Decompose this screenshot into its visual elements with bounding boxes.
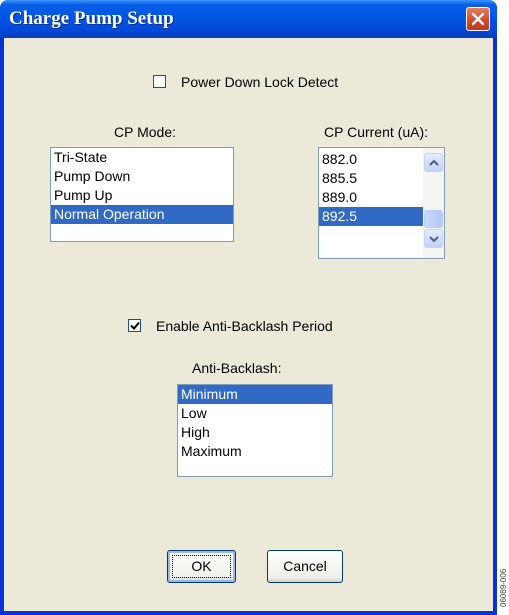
figure-code-text: 06089-006	[499, 568, 508, 607]
cp-current-listbox[interactable]: 882.0 885.5 889.0 892.5	[318, 147, 445, 259]
list-item-selected[interactable]: Minimum	[178, 385, 332, 404]
list-item[interactable]: 882.0	[319, 150, 423, 169]
list-item[interactable]: Pump Down	[51, 167, 233, 186]
list-item-selected[interactable]: 892.5	[319, 207, 423, 226]
chevron-up-icon	[429, 159, 439, 166]
list-item[interactable]: Low	[178, 404, 332, 423]
dialog-window: Charge Pump Setup Power Down Lock Detect…	[0, 0, 497, 615]
window-title: Charge Pump Setup	[9, 8, 174, 29]
cp-current-scrollbar[interactable]	[423, 148, 444, 258]
ok-button[interactable]: OK	[167, 550, 236, 583]
cp-current-label: CP Current (uA):	[324, 124, 428, 140]
scroll-thumb[interactable]	[424, 210, 443, 228]
close-icon	[471, 12, 485, 26]
checkmark-icon	[130, 321, 140, 330]
cancel-button[interactable]: Cancel	[267, 550, 343, 583]
anti-backlash-listbox[interactable]: Minimum Low High Maximum	[177, 384, 333, 477]
anti-backlash-label: Anti-Backlash:	[192, 360, 282, 376]
cp-mode-listbox[interactable]: Tri-State Pump Down Pump Up Normal Opera…	[50, 147, 234, 242]
enable-anti-backlash-checkbox[interactable]	[128, 319, 141, 332]
power-down-lock-detect-checkbox[interactable]	[153, 75, 166, 88]
scroll-down-button[interactable]	[424, 229, 443, 248]
list-item[interactable]: High	[178, 423, 332, 442]
list-item[interactable]: Pump Up	[51, 186, 233, 205]
scroll-up-button[interactable]	[424, 153, 443, 172]
list-item[interactable]: 885.5	[319, 169, 423, 188]
list-item[interactable]: 889.0	[319, 188, 423, 207]
enable-anti-backlash-label[interactable]: Enable Anti-Backlash Period	[156, 318, 333, 334]
chevron-down-icon	[429, 236, 439, 243]
list-item[interactable]: Maximum	[178, 442, 332, 461]
list-item[interactable]: Tri-State	[51, 148, 233, 167]
power-down-lock-detect-label[interactable]: Power Down Lock Detect	[181, 74, 338, 90]
title-bar[interactable]: Charge Pump Setup	[0, 0, 497, 38]
figure-code: 06089-006	[499, 568, 508, 607]
list-item-selected[interactable]: Normal Operation	[51, 205, 233, 224]
cp-mode-label: CP Mode:	[114, 124, 176, 140]
cancel-button-label: Cancel	[283, 558, 327, 574]
focus-rectangle	[172, 555, 231, 578]
close-button[interactable]	[466, 7, 490, 31]
dialog-body: Power Down Lock Detect CP Mode: Tri-Stat…	[4, 38, 493, 611]
